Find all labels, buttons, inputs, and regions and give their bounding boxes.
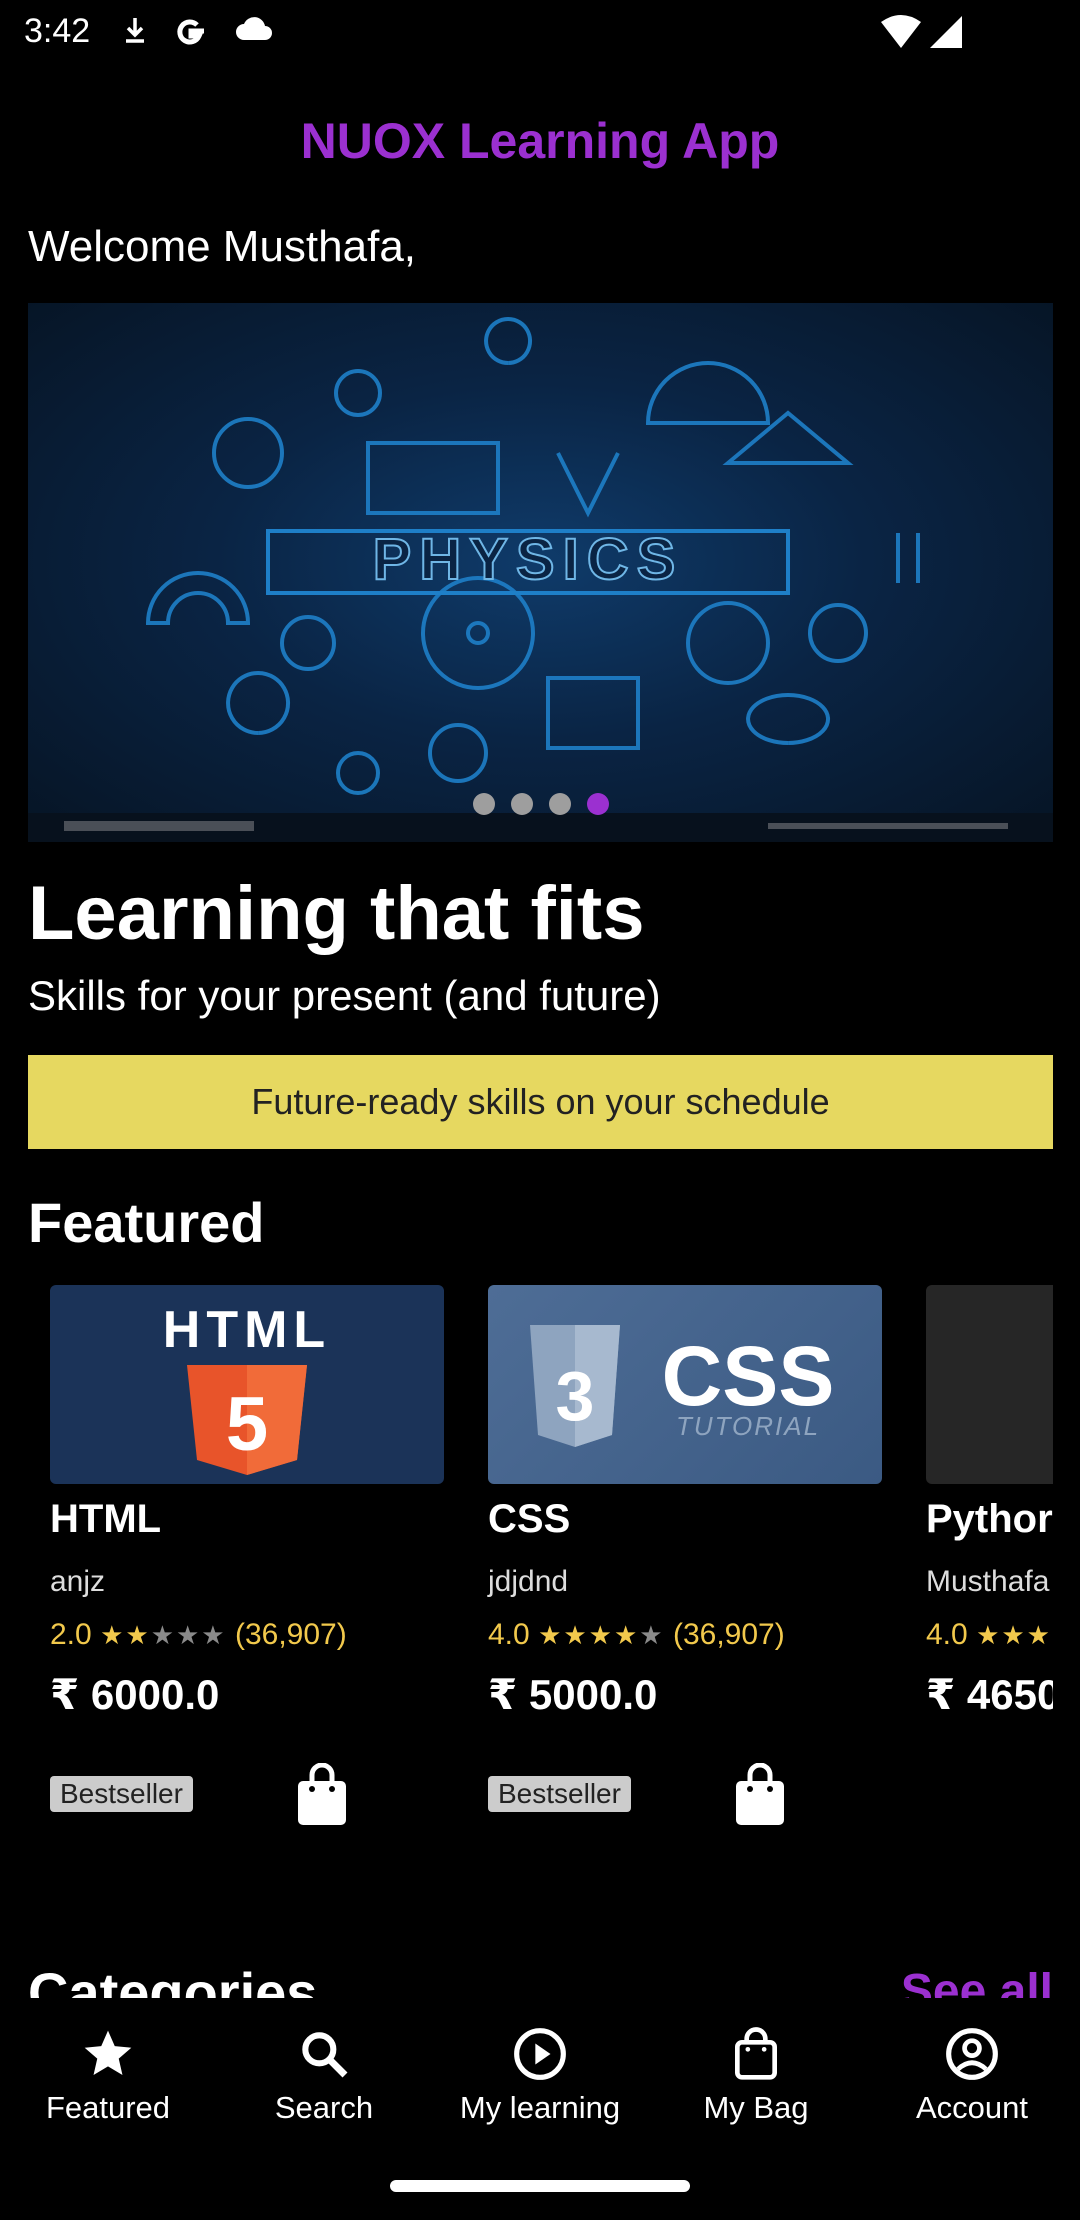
review-count: (36,907) [234,1618,347,1651]
star-icon [84,2030,132,2075]
course-author: jdjdnd [488,1565,569,1598]
course-author: anjz [50,1565,106,1598]
svg-text:5: 5 [226,1382,268,1467]
course-price: ₹ 5000.0 [488,1671,658,1718]
svg-text:HTML: HTML [163,1301,331,1359]
nav-label: Featured [45,2090,171,2125]
add-to-bag-icon[interactable] [732,1763,788,1829]
nav-label: My Bag [703,2090,809,2125]
nav-account[interactable]: Account [864,2026,1080,2126]
bestseller-badge: Bestseller [488,1776,631,1812]
categories-title: Categories [28,1961,318,1998]
google-icon [177,19,204,45]
download-icon [126,18,144,43]
nav-label: Search [274,2090,374,2125]
course-thumbnail-html: HTML 5 [50,1285,444,1484]
course-price: ₹ 4650 [926,1671,1053,1718]
course-card-css[interactable]: 3 CSS TUTORIAL CSS jdjdnd 4.0 ★★★★★ (36,… [488,1285,882,1845]
nav-label: My learning [459,2090,621,2125]
course-title: HTML [50,1497,162,1541]
rating-value: 4.0 [488,1618,530,1651]
carousel-dot[interactable] [548,793,571,815]
featured-title: Featured [28,1191,265,1254]
bestseller-badge: Bestseller [50,1776,193,1812]
star-rating-icon: ★★★★★ [100,1620,227,1650]
course-author: Musthafa [926,1565,1050,1598]
play-circle-icon [514,2028,566,2080]
categories-header: Categories See all [28,1950,1053,1998]
nav-my-bag[interactable]: My Bag [648,2026,864,2126]
add-to-bag-icon[interactable] [294,1763,350,1829]
nav-featured[interactable]: Featured [0,2026,216,2126]
course-card-html[interactable]: HTML 5 HTML anjz 2.0 ★★★★★ (36,907) ₹ 60… [50,1285,444,1845]
wifi-icon [881,15,921,48]
star-rating-icon: ★★★★★ [538,1620,665,1650]
see-all-link[interactable]: See all [901,1964,1053,1998]
signal-icon [930,16,962,48]
status-bar: 3:42 [0,0,1080,64]
physics-banner-image: PHYSICS [28,317,1053,842]
nav-search[interactable]: Search [216,2026,432,2126]
carousel-dot[interactable] [510,793,533,815]
course-card-python[interactable]: Pythor Musthafa 4.0 ★★★★★ ₹ 4650 [926,1285,1053,1845]
cloud-icon [236,17,272,40]
course-title: CSS [488,1497,571,1541]
status-time: 3:42 [24,12,91,50]
banner-subtitle: Skills for your present (and future) [28,972,661,1019]
svg-text:TUTORIAL: TUTORIAL [676,1411,820,1441]
home-indicator[interactable] [390,2180,690,2192]
rating-value: 4.0 [926,1618,968,1651]
search-icon [302,2032,348,2078]
course-rating: 4.0 ★★★★★ (36,907) [488,1618,785,1652]
course-thumbnail-css: 3 CSS TUTORIAL [488,1285,882,1484]
course-rating: 2.0 ★★★★★ (36,907) [50,1618,347,1652]
carousel-dot-active[interactable] [586,793,609,815]
banner-carousel[interactable]: PHYSICS [28,303,1053,842]
svg-text:3: 3 [556,1357,595,1435]
svg-text:CSS: CSS [662,1329,835,1423]
course-thumbnail-python [926,1285,1053,1484]
course-card-clip: Pythor Musthafa 4.0 ★★★★★ ₹ 4650 [926,1285,1053,1845]
course-price: ₹ 6000.0 [50,1671,220,1718]
nav-my-learning[interactable]: My learning [432,2026,648,2126]
star-rating-icon: ★★★★★ [976,1620,1053,1650]
course-rating: 4.0 ★★★★★ [926,1618,1053,1652]
course-title: Pythor [926,1497,1053,1541]
carousel-indicator [28,793,1053,820]
bag-icon [735,2027,777,2080]
welcome-text: Welcome Musthafa, [28,222,417,271]
carousel-dot[interactable] [472,793,495,815]
svg-text:PHYSICS: PHYSICS [373,527,684,592]
review-count: (36,907) [672,1618,785,1651]
banner-title: Learning that fits [28,871,645,956]
rating-value: 2.0 [50,1618,92,1651]
promo-bar[interactable]: Future-ready skills on your schedule [28,1055,1053,1149]
account-icon [946,2028,998,2080]
app-title: NUOX Learning App [300,113,780,169]
nav-label: Account [915,2090,1028,2125]
